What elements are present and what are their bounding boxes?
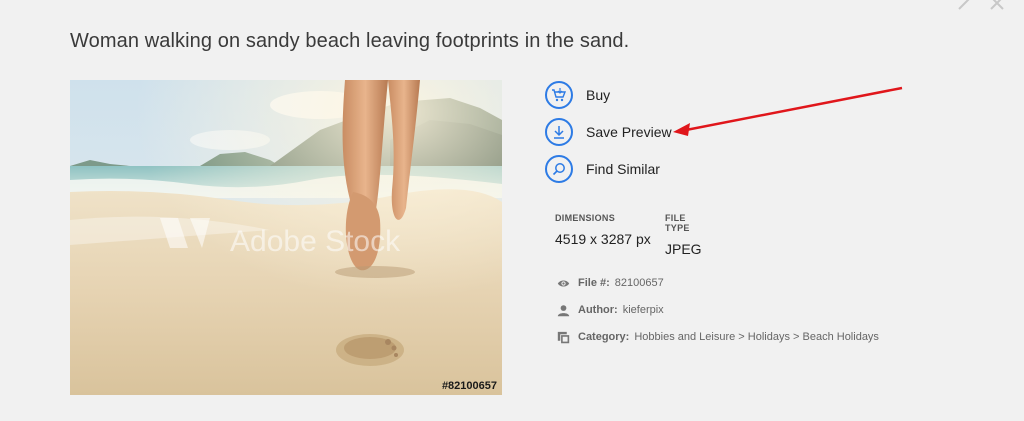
author-link[interactable]: kieferpix [623,304,664,316]
category-icon [557,331,570,343]
find-similar-label: Find Similar [586,161,660,177]
category-breadcrumb[interactable]: Hobbies and Leisure > Holidays > Beach H… [634,331,879,343]
buy-button[interactable]: Buy [545,80,672,110]
cart-icon [545,81,573,109]
close-icon[interactable] [988,0,1006,12]
stock-photo: Adobe Stock #82100657 [70,80,502,395]
eye-icon [557,279,570,287]
filetype-heading: FILE TYPE [665,213,690,233]
expand-icon[interactable] [956,0,974,12]
action-list: Buy Save Preview Find Similar [545,80,672,191]
category-label: Category: [578,331,630,343]
dimensions-value: 4519 x 3287 px [555,231,651,247]
download-icon [545,118,573,146]
find-similar-button[interactable]: Find Similar [545,154,672,184]
window-controls [956,0,1006,12]
file-info: File #: 82100657 Author: kieferpix Categ… [557,276,879,357]
category-row: Category: Hobbies and Leisure > Holidays… [557,330,879,344]
dimensions-block: DIMENSIONS 4519 x 3287 px [555,213,651,247]
page-title: Woman walking on sandy beach leaving foo… [70,30,630,52]
photo-id-label: #82100657 [441,380,497,392]
file-number-label: File #: [578,277,610,289]
author-label: Author: [578,304,618,316]
file-number-row: File #: 82100657 [557,276,879,290]
filetype-block: FILE TYPE JPEG [665,213,702,257]
file-number-value: 82100657 [614,277,664,289]
search-icon [545,155,573,183]
user-icon [557,304,570,316]
filetype-value: JPEG [665,241,702,257]
save-preview-button[interactable]: Save Preview [545,117,672,147]
author-row: Author: kieferpix [557,303,879,317]
save-preview-label: Save Preview [586,124,672,140]
buy-label: Buy [586,87,611,103]
watermark-text: Adobe Stock [230,225,401,258]
dimensions-heading: DIMENSIONS [555,213,616,223]
